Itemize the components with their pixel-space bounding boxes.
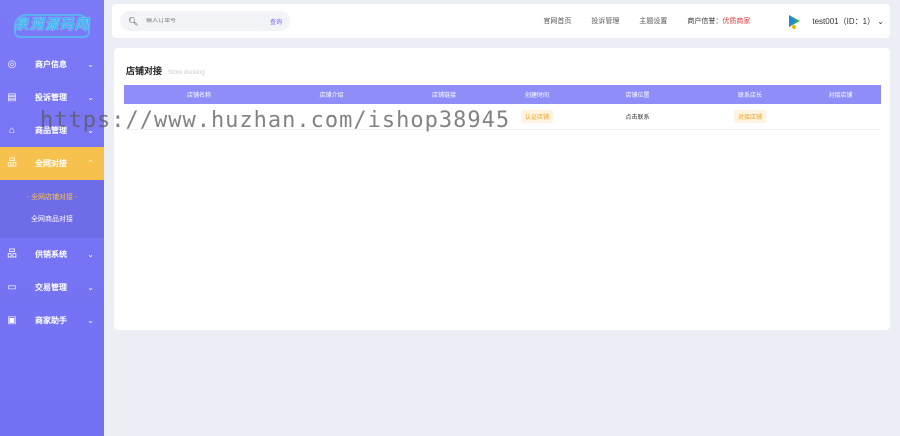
chevron-down-icon: ⌄ [87,283,94,292]
sidebar-item-assistant[interactable]: ▣ 商家助手 ⌄ [0,304,104,337]
credit-value: 优质商家 [722,18,751,25]
sidebar-item-transactions[interactable]: ▭ 交易管理 ⌄ [0,271,104,304]
chevron-down-icon: ⌄ [87,316,94,325]
merchant-credit: 商户信誉：优质商家 [687,16,750,26]
sidebar-item-merchant-info[interactable]: ◎ 商户信息 ⌄ [0,48,104,81]
cell-created: 认证店铺 [499,110,575,123]
table-row: — 认证店铺 点击联系 对接店铺 [124,104,881,130]
chevron-down-icon: ⌄ [87,60,94,69]
link-theme[interactable]: 主题设置 [639,16,667,26]
chevron-up-icon: ⌃ [87,159,94,168]
user-circle-icon: ◎ [7,58,17,70]
submenu-item-product-docking[interactable]: 全网商品对接 [0,208,104,230]
sidebar: 泉溯源码网 ◎ 商户信息 ⌄ ▤ 投诉管理 ⌄ ⌂ 商品管理 ⌄ 品 全网对接 … [0,0,104,436]
card-title-text: 店铺对接 [126,66,163,76]
column-header: 店铺名称 [186,93,211,99]
table-header: 店铺名称 店铺介绍 店铺链接 创建时间 店铺位置 联系店长 对接店铺 [124,85,881,104]
chevron-down-icon: ⌄ [87,93,94,102]
sidebar-item-products[interactable]: ⌂ 商品管理 ⌄ [0,114,104,147]
sidebar-item-label: 投诉管理 [35,93,67,102]
link-complaints[interactable]: 投诉管理 [591,16,619,26]
link-home[interactable]: 官网首页 [543,16,571,26]
sidebar-item-network-docking[interactable]: 品 全网对接 ⌃ [0,147,104,180]
sidebar-item-label: 商品管理 [35,126,67,135]
column-header: 联系店长 [737,93,762,99]
column-header: 店铺介绍 [319,93,344,99]
verified-badge: 认证店铺 [520,110,553,123]
search-input[interactable] [146,18,247,24]
clipboard-icon: ▤ [7,91,17,103]
column-header: 对接店铺 [828,93,853,99]
cell-location[interactable]: 点击联系 [575,112,700,121]
bag-icon: ⌂ [8,124,16,136]
top-header: 🔍︎ 查询 官网首页 投诉管理 主题设置 商户信誉：优质商家 test001（I… [112,4,890,38]
sidebar-item-supply[interactable]: 品 供销系统 ⌄ [0,238,104,271]
logo[interactable]: 泉溯源码网 [0,0,104,48]
ticket-icon: ▣ [7,314,17,326]
dock-store-button[interactable]: 对接店铺 [733,110,766,123]
chevron-down-icon: ⌄ [87,126,94,135]
cell-intro: — [328,113,335,120]
column-header: 店铺链接 [431,93,456,99]
user-name: test001（ID：1） [812,16,876,26]
credit-label: 商户信誉： [687,18,723,25]
search-button[interactable]: 查询 [270,17,282,26]
logo-text: 泉溯源码网 [14,16,90,32]
card-subtitle: Store docking [168,70,205,76]
sitemap-icon: 品 [7,157,17,169]
cell-contact: 对接店铺 [700,110,800,123]
calendar-icon: ▭ [7,281,17,293]
chevron-down-icon: ⌄ [87,250,94,259]
header-links: 官网首页 投诉管理 主题设置 商户信誉：优质商家 test001（ID：1） ⌄ [543,13,890,29]
column-header: 店铺位置 [625,93,650,99]
column-header: 创建时间 [524,93,549,99]
chevron-down-icon: ⌄ [877,16,884,26]
search-bar: 🔍︎ 查询 [120,11,290,31]
sidebar-item-label: 交易管理 [35,283,67,292]
store-docking-card: 店铺对接 Store docking 店铺名称 店铺介绍 店铺链接 创建时间 店铺… [114,48,890,330]
submenu: - 全网店铺对接 - 全网商品对接 [0,180,104,238]
search-icon: 🔍︎ [128,16,139,26]
sitemap-icon: 品 [7,248,17,260]
sidebar-item-label: 商户信息 [35,60,67,69]
sidebar-item-label: 供销系统 [35,250,67,259]
sidebar-item-label: 全网对接 [35,159,67,168]
user-menu[interactable]: test001（ID：1） ⌄ [812,16,884,27]
submenu-item-store-docking[interactable]: - 全网店铺对接 - [0,186,104,208]
sidebar-item-label: 商家助手 [35,316,67,325]
sidebar-item-complaints[interactable]: ▤ 投诉管理 ⌄ [0,81,104,114]
page-title: 店铺对接 Store docking [126,64,205,77]
app-logo-icon [789,15,801,29]
